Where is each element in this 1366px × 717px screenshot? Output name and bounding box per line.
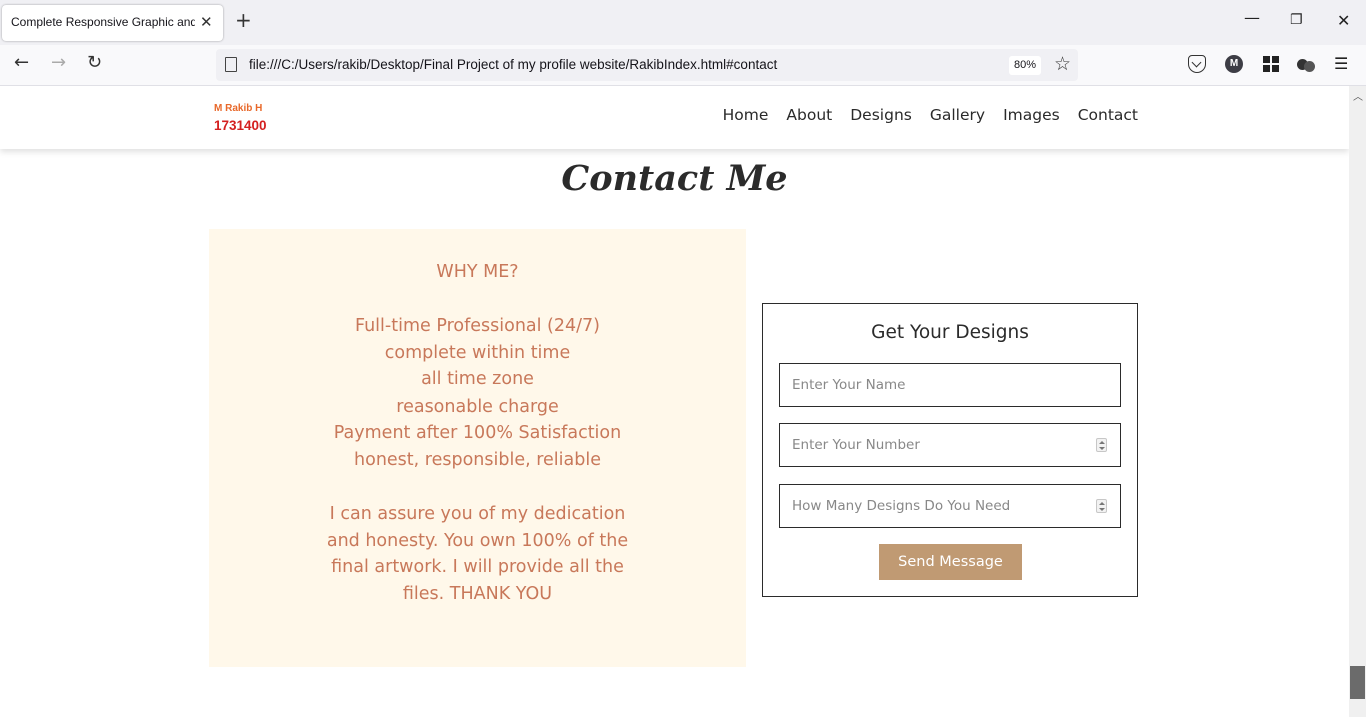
browser-toolbar: ← → ↻ file:///C:/Users/rakib/Desktop/Fin… — [0, 45, 1366, 86]
zoom-level-badge[interactable]: 80% — [1009, 56, 1041, 75]
nav-link-images[interactable]: Images — [1003, 106, 1060, 124]
pocket-icon[interactable] — [1188, 55, 1206, 73]
why-me-line: files. THANK YOU — [402, 584, 553, 604]
account-icon[interactable]: M — [1225, 55, 1243, 73]
page-scrollbar[interactable]: ︿ — [1349, 86, 1366, 717]
designs-stepper-icon[interactable] — [1096, 499, 1107, 513]
why-me-heading: WHY ME? — [436, 262, 519, 282]
page-icon — [225, 57, 237, 72]
nav-link-gallery[interactable]: Gallery — [930, 106, 985, 124]
minimize-icon[interactable]: — — [1244, 8, 1260, 27]
window-close-icon[interactable]: ✕ — [1337, 11, 1350, 30]
site-header: M Rakib H 1731400 Home About Designs Gal… — [0, 86, 1349, 149]
address-bar[interactable]: file:///C:/Users/rakib/Desktop/Final Pro… — [216, 49, 1078, 81]
contact-form: Get Your Designs Send Message — [762, 303, 1138, 597]
nav-link-designs[interactable]: Designs — [850, 106, 912, 124]
name-input[interactable] — [779, 363, 1121, 407]
number-stepper-icon[interactable] — [1096, 438, 1107, 452]
why-me-image: WHY ME? Full-time Professional (24/7) co… — [209, 229, 746, 667]
site-nav: Home About Designs Gallery Images Contac… — [723, 106, 1138, 124]
back-arrow-icon[interactable]: ← — [14, 54, 29, 72]
why-me-line: and honesty. You own 100% of the — [326, 531, 629, 551]
close-icon[interactable]: ✕ — [200, 13, 213, 31]
forward-arrow-icon[interactable]: → — [51, 54, 66, 72]
url-text[interactable]: file:///C:/Users/rakib/Desktop/Final Pro… — [249, 57, 777, 72]
why-me-line: Full-time Professional (24/7) — [354, 316, 601, 336]
logo-id[interactable]: 1731400 — [214, 118, 267, 133]
why-me-line: all time zone — [421, 369, 534, 389]
number-input[interactable] — [779, 423, 1121, 467]
extension-icon[interactable] — [1297, 55, 1315, 73]
send-message-button[interactable]: Send Message — [879, 544, 1022, 580]
why-me-line: final artwork. I will provide all the — [331, 557, 624, 577]
nav-link-contact[interactable]: Contact — [1078, 106, 1138, 124]
why-me-line: honest, responsible, reliable — [354, 450, 601, 470]
section-title: Contact Me — [561, 158, 788, 199]
scroll-thumb[interactable] — [1350, 666, 1365, 699]
page-viewport: M Rakib H 1731400 Home About Designs Gal… — [0, 86, 1349, 717]
why-me-line: complete within time — [384, 343, 571, 363]
nav-link-home[interactable]: Home — [723, 106, 769, 124]
browser-tab-bar: Complete Responsive Graphic and W ✕ + — … — [0, 0, 1366, 45]
why-me-line: I can assure you of my dedication — [329, 504, 626, 524]
plus-icon[interactable]: + — [235, 10, 252, 30]
form-title: Get Your Designs — [871, 322, 1029, 343]
chevron-up-icon[interactable]: ︿ — [1353, 88, 1363, 103]
apps-grid-icon[interactable] — [1262, 55, 1280, 73]
hamburger-menu-icon[interactable]: ☰ — [1334, 56, 1348, 72]
tab-title: Complete Responsive Graphic and W — [11, 15, 195, 29]
designs-count-input[interactable] — [779, 484, 1121, 528]
why-me-line: reasonable charge — [396, 397, 559, 417]
browser-tab[interactable]: Complete Responsive Graphic and W ✕ — [2, 5, 223, 41]
restore-icon[interactable]: ❐ — [1290, 12, 1303, 28]
why-me-line: Payment after 100% Satisfaction — [333, 423, 622, 443]
nav-link-about[interactable]: About — [786, 106, 832, 124]
reload-icon[interactable]: ↻ — [87, 54, 102, 72]
logo-name[interactable]: M Rakib H — [214, 103, 262, 114]
bookmark-star-icon[interactable]: ☆ — [1054, 53, 1071, 75]
